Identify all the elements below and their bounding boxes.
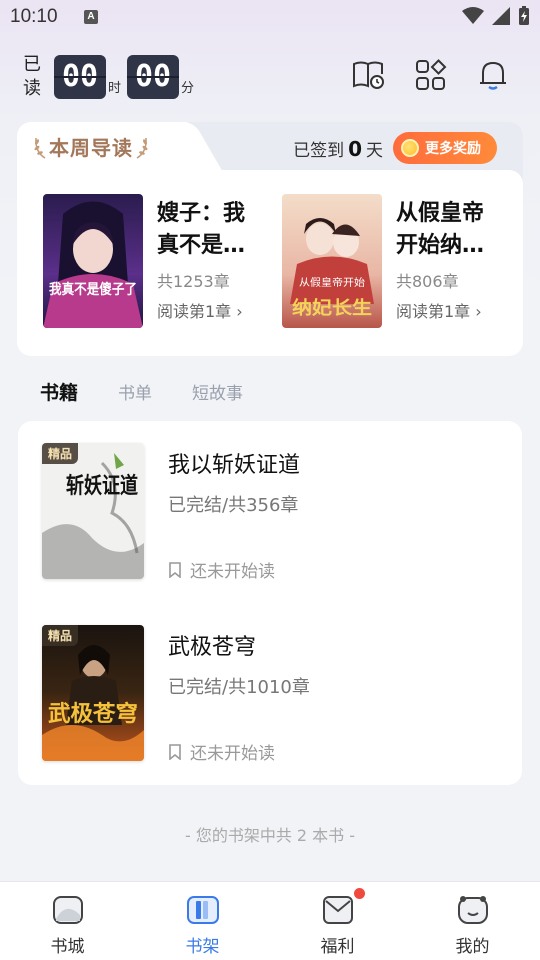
cover-title-4: 武极苍穹	[48, 701, 138, 727]
bookshelf-icon	[186, 894, 220, 926]
cover-subtitle-2: 从假皇帝开始	[299, 276, 365, 289]
laurel-left-icon	[34, 137, 46, 159]
book-title: 武极苍穹	[168, 635, 257, 660]
signal-icon	[492, 7, 510, 25]
shelf-tabs: 书籍 书单 短故事	[40, 378, 243, 405]
welfare-icon	[321, 894, 355, 926]
chevron-right-icon: ›	[236, 302, 243, 321]
hours-unit: 时	[108, 80, 122, 96]
shelf-count: - 您的书架中共 2 本书 -	[184, 826, 356, 845]
nav-profile[interactable]: 我的	[405, 882, 540, 960]
tab-books[interactable]: 书籍	[40, 378, 78, 405]
bookmark-icon	[169, 561, 181, 578]
battery-icon	[519, 6, 529, 25]
reading-progress: 还未开始读	[168, 557, 275, 582]
reading-progress-label: 还未开始读	[190, 744, 275, 764]
status-bar: 10:10 A	[0, 0, 540, 36]
minutes-unit: 分	[181, 80, 195, 96]
minutes-value: 00	[127, 55, 180, 99]
bookmark-icon	[169, 743, 181, 760]
book-title: 从假皇帝开始纳…	[396, 201, 485, 258]
more-rewards-label: 更多奖励	[425, 141, 481, 157]
read-label: 已 读	[22, 53, 42, 101]
book-cover: 我真不是傻子了	[43, 194, 143, 328]
checkin-status: 已签到 0 天	[293, 136, 383, 161]
book-status: 已完结/共1010章	[168, 677, 310, 698]
read-chapter-link[interactable]: 阅读第1章 ›	[396, 298, 482, 322]
cover-title-3: 斩妖证道	[66, 473, 138, 499]
reading-history-icon[interactable]	[352, 58, 386, 92]
more-rewards-button[interactable]: 更多奖励	[393, 132, 497, 164]
book-cover: 从假皇帝开始 纳妃长生	[282, 194, 382, 328]
tab-booklists[interactable]: 书单	[118, 379, 152, 404]
nav-label: 书城	[50, 937, 85, 957]
checkin-prefix: 已签到	[293, 141, 345, 161]
weekly-title: 本周导读	[33, 132, 149, 161]
chevron-right-icon: ›	[475, 302, 482, 321]
reading-progress-label: 还未开始读	[190, 562, 275, 582]
book-title: 嫂子：我真不是…	[157, 201, 246, 258]
wifi-icon	[462, 7, 484, 24]
nav-welfare[interactable]: 福利	[270, 882, 405, 960]
book-cover: 精品 武极苍穹	[42, 625, 144, 761]
laurel-right-icon	[136, 137, 148, 159]
bookstore-icon	[51, 894, 85, 926]
weekly-title-text: 本周导读	[49, 136, 133, 160]
cover-title-2: 纳妃长生	[292, 297, 372, 319]
tab-short-stories[interactable]: 短故事	[192, 379, 243, 404]
bottom-nav: 书城 书架 福利 我的	[0, 881, 540, 960]
reading-timer[interactable]: 已 读 00 时 00 分	[22, 52, 200, 102]
profile-icon	[456, 894, 490, 926]
hours-value: 00	[54, 55, 106, 99]
status-indicators	[462, 6, 530, 26]
status-time: 10:10	[10, 6, 58, 27]
read-chapter-label: 阅读第1章	[396, 302, 471, 321]
recommended-book[interactable]: 我真不是傻子了 嫂子：我真不是… 共1253章 阅读第1章 ›	[43, 194, 263, 330]
premium-badge: 精品	[42, 625, 79, 646]
read-chapter-label: 阅读第1章	[157, 302, 232, 321]
bell-icon[interactable]	[476, 58, 510, 92]
list-item[interactable]: 精品 武极苍穹 武极苍穹 已完结/共1010章 还未开始读	[42, 625, 502, 764]
header-actions	[352, 58, 510, 92]
book-status: 已完结/共356章	[168, 495, 299, 516]
nav-label: 福利	[320, 937, 355, 957]
book-chapters: 共806章	[396, 272, 459, 291]
checkin-suffix: 天	[366, 141, 383, 161]
recommended-book[interactable]: 从假皇帝开始 纳妃长生 从假皇帝开始纳… 共806章 阅读第1章 ›	[282, 194, 502, 330]
read-label-top: 已	[23, 54, 41, 75]
grid-apps-icon[interactable]	[414, 58, 448, 92]
book-title: 我以斩妖证道	[168, 453, 301, 478]
premium-badge: 精品	[42, 443, 79, 464]
weekly-guide-card: 本周导读 已签到 0 天 更多奖励 我真不是傻子了 嫂子：我真不是… 共1253章 …	[17, 122, 523, 356]
nav-label: 我的	[455, 937, 490, 957]
book-cover: 精品 斩妖证道	[42, 443, 144, 579]
notification-dot	[354, 888, 365, 899]
nav-bookshelf[interactable]: 书架	[135, 882, 270, 960]
shelf-book-list: 精品 斩妖证道 我以斩妖证道 已完结/共356章 还未开始读 精品 武极苍穹 武…	[18, 421, 522, 785]
read-label-bottom: 读	[23, 78, 41, 99]
book-chapters: 共1253章	[157, 272, 230, 291]
read-chapter-link[interactable]: 阅读第1章 ›	[157, 298, 243, 322]
reading-progress: 还未开始读	[168, 739, 275, 764]
nav-label: 书架	[185, 937, 220, 957]
list-item[interactable]: 精品 斩妖证道 我以斩妖证道 已完结/共356章 还未开始读	[42, 443, 502, 582]
checkin-days: 0	[348, 137, 362, 161]
status-notification-icon: A	[84, 10, 98, 24]
nav-bookstore[interactable]: 书城	[0, 882, 135, 960]
coin-icon	[401, 139, 419, 157]
cover-title-1: 我真不是傻子了	[49, 281, 137, 298]
